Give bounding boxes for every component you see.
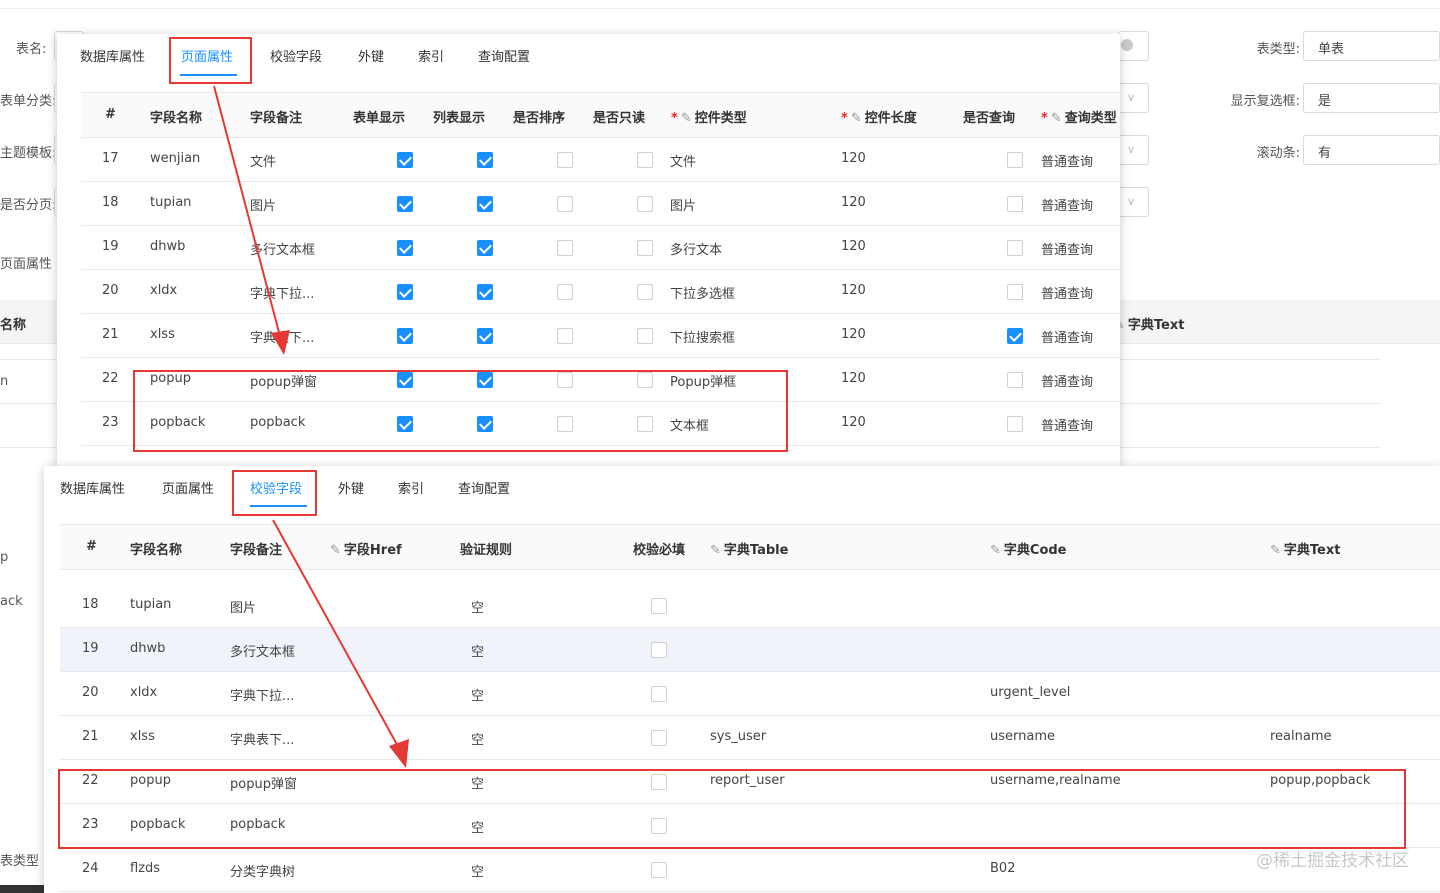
watermark: @稀土掘金技术社区 [1256, 851, 1409, 871]
arrow-head [389, 739, 409, 768]
annotation-arrows [213, 85, 409, 768]
arrow-line [272, 519, 401, 751]
arrow-line [213, 85, 282, 341]
arrow-head [271, 330, 290, 355]
